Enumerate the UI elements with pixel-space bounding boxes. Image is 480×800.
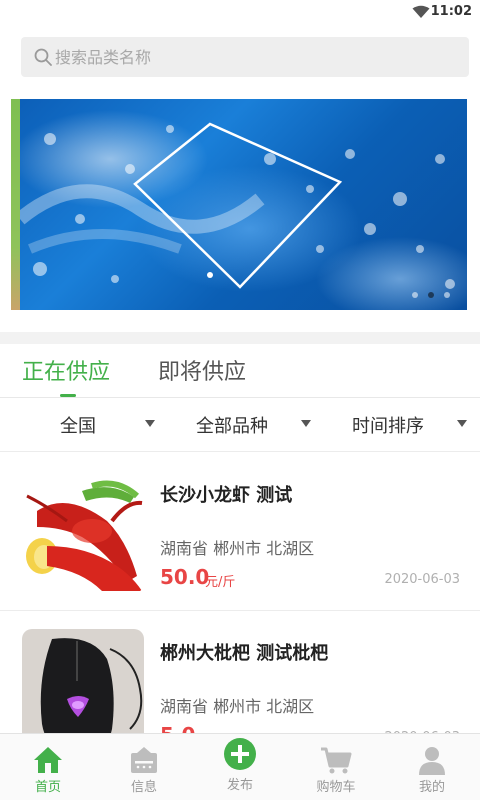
plus-circle-icon: [224, 738, 256, 770]
tabbar-cart-label: 购物车: [316, 780, 356, 795]
filter-variety[interactable]: 全部品种: [196, 412, 268, 438]
filter-sort-time[interactable]: 时间排序: [352, 412, 424, 438]
search-icon: [34, 48, 52, 66]
status-time: 11:02: [430, 4, 472, 19]
status-bar: 11:02: [0, 0, 480, 24]
product-location: 湖南省 郴州市 北湖区: [160, 697, 315, 716]
filter-bar: 全国 全部品种 时间排序: [0, 398, 480, 452]
product-price: 50.0: [160, 565, 210, 589]
chevron-down-icon[interactable]: [301, 420, 311, 427]
user-icon: [419, 747, 445, 775]
supply-tabs: 正在供应 即将供应: [0, 344, 480, 398]
section-divider: [0, 332, 480, 344]
tabbar-messages-label: 信息: [130, 780, 157, 795]
cart-icon: [321, 747, 352, 774]
tabbar-profile-label: 我的: [418, 780, 445, 795]
tabbar-publish[interactable]: 发布: [192, 734, 288, 800]
product-location: 湖南省 郴州市 北湖区: [160, 539, 315, 558]
filter-region[interactable]: 全国: [60, 412, 96, 438]
tabbar-profile[interactable]: 我的: [384, 734, 480, 800]
product-title[interactable]: 郴州大枇杷 测试枇杷: [160, 639, 328, 665]
banner-image[interactable]: [20, 99, 467, 310]
tab-upcoming[interactable]: 即将供应: [158, 354, 246, 386]
product-image-crayfish: [22, 471, 144, 593]
product-price-unit: 元/斤: [205, 575, 236, 590]
chevron-down-icon[interactable]: [145, 420, 155, 427]
bottom-tab-bar: 首页 信息 发布 购物车 我的: [0, 733, 480, 800]
search-bar[interactable]: [21, 37, 469, 77]
tabbar-home[interactable]: 首页: [0, 734, 96, 800]
carousel-indicators: [412, 292, 452, 300]
product-title[interactable]: 长沙小龙虾 测试: [160, 481, 292, 507]
product-date: 2020-06-03: [384, 572, 460, 587]
search-input[interactable]: [55, 37, 455, 77]
tab-indicator: [60, 394, 76, 397]
chevron-down-icon[interactable]: [457, 420, 467, 427]
tabbar-publish-label: 发布: [226, 778, 253, 793]
home-icon: [34, 747, 62, 773]
banner-artwork: [20, 122, 455, 289]
tabbar-home-label: 首页: [34, 780, 61, 795]
tabbar-messages[interactable]: 信息: [96, 734, 192, 800]
tabbar-cart[interactable]: 购物车: [288, 734, 384, 800]
carousel-dot[interactable]: [412, 292, 418, 298]
carousel-dot-active[interactable]: [428, 292, 434, 298]
banner-previous-slide[interactable]: [11, 99, 20, 310]
message-icon: [131, 747, 157, 773]
wifi-icon: [412, 5, 430, 18]
tab-supplying[interactable]: 正在供应: [22, 354, 110, 386]
carousel-dot[interactable]: [444, 292, 450, 298]
product-card[interactable]: 长沙小龙虾 测试 湖南省 郴州市 北湖区 50.0 元/斤 2020-06-03: [0, 453, 480, 611]
